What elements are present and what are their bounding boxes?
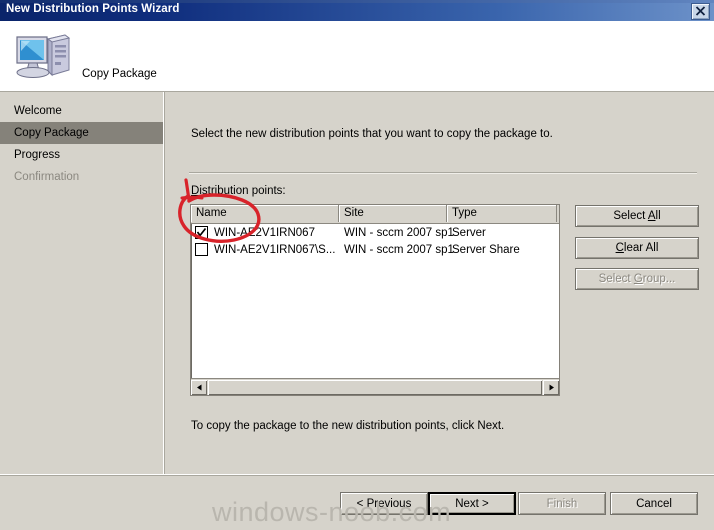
horizontal-scrollbar[interactable] — [191, 378, 559, 395]
select-group-suffix: roup... — [642, 273, 676, 285]
row-site-cell: WIN - sccm 2007 sp1 — [344, 226, 454, 239]
select-all-accel: A — [647, 210, 656, 222]
button-bar-separator — [0, 475, 714, 476]
wizard-window: New Distribution Points Wizard Copy Pack… — [0, 0, 714, 530]
row-checkbox[interactable] — [195, 243, 208, 256]
next-button[interactable]: Next > — [428, 492, 516, 515]
previous-button[interactable]: < Previous — [340, 492, 428, 515]
page-title: Copy Package — [82, 68, 157, 80]
distribution-points-list[interactable]: Name Site Type WIN-AE2V1IRN067 WIN - scc… — [190, 204, 560, 396]
select-all-prefix: Select — [613, 210, 648, 222]
triangle-left-icon — [196, 384, 201, 390]
table-row[interactable]: WIN-AE2V1IRN067\S... WIN - sccm 2007 sp1… — [191, 241, 559, 258]
row-name-label: WIN-AE2V1IRN067 — [214, 226, 315, 239]
clear-all-accel: C — [615, 242, 624, 254]
title-bar: New Distribution Points Wizard — [0, 0, 714, 21]
sidebar-item-copy-package[interactable]: Copy Package — [0, 122, 163, 144]
row-type-cell: Server Share — [452, 243, 520, 256]
window-title: New Distribution Points Wizard — [6, 3, 180, 15]
row-type-cell: Server — [452, 226, 486, 239]
row-site-cell: WIN - sccm 2007 sp1 — [344, 243, 454, 256]
column-header-name[interactable]: Name — [191, 205, 339, 222]
close-button[interactable] — [691, 3, 710, 20]
close-icon — [695, 6, 706, 16]
row-checkbox[interactable] — [195, 226, 208, 239]
sidebar-item-confirmation: Confirmation — [14, 171, 80, 183]
column-header-site[interactable]: Site — [339, 205, 447, 222]
row-name-cell: WIN-AE2V1IRN067 — [191, 226, 339, 239]
cancel-button[interactable]: Cancel — [610, 492, 698, 515]
column-header-type[interactable]: Type — [447, 205, 557, 222]
sidebar-item-welcome[interactable]: Welcome — [0, 100, 163, 122]
select-all-suffix: ll — [655, 210, 661, 222]
checkmark-icon — [196, 227, 207, 237]
row-name-label: WIN-AE2V1IRN067\S... — [214, 243, 336, 256]
wizard-sidebar: Welcome Copy Package Progress Confirmati… — [0, 92, 164, 530]
footer-instruction: To copy the package to the new distribut… — [191, 420, 505, 432]
sidebar-item-progress[interactable]: Progress — [0, 144, 163, 166]
scroll-right-button[interactable] — [543, 379, 559, 395]
distribution-points-label: Distribution points: — [191, 185, 286, 197]
finish-button: Finish — [518, 492, 606, 515]
select-group-button: Select Group... — [575, 268, 699, 290]
label-rest: istribution points: — [199, 185, 286, 197]
wizard-header: Copy Package — [0, 21, 714, 92]
table-row[interactable]: WIN-AE2V1IRN067 WIN - sccm 2007 sp1 Serv… — [191, 224, 559, 241]
scrollbar-thumb[interactable] — [208, 379, 542, 395]
list-header-row: Name Site Type — [191, 205, 559, 224]
scroll-left-button[interactable] — [191, 379, 207, 395]
computer-icon — [16, 34, 71, 78]
clear-all-suffix: lear All — [623, 242, 659, 254]
row-name-cell: WIN-AE2V1IRN067\S... — [191, 243, 339, 256]
wizard-button-bar: < Previous Next > Finish Cancel — [0, 474, 714, 530]
select-all-button[interactable]: Select All — [575, 205, 699, 227]
content-divider — [189, 172, 697, 174]
wizard-content: Select the new distribution points that … — [164, 92, 714, 530]
clear-all-button[interactable]: Clear All — [575, 237, 699, 259]
intro-text: Select the new distribution points that … — [191, 128, 553, 140]
select-group-prefix: Select — [598, 273, 634, 285]
triangle-right-icon — [549, 384, 554, 390]
select-group-accel: G — [633, 273, 643, 285]
